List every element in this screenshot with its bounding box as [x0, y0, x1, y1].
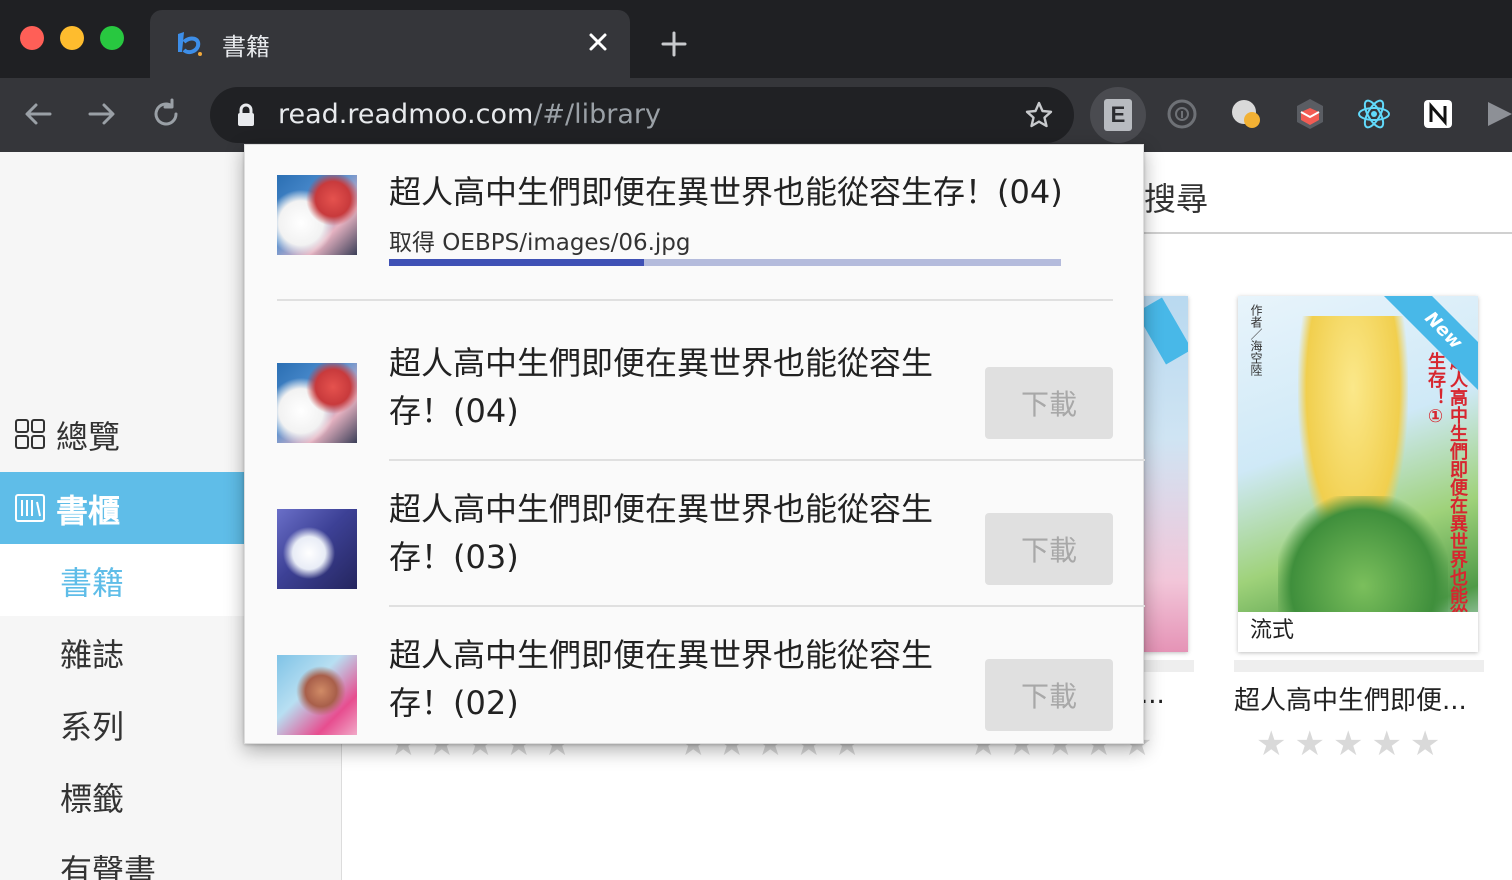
- queue-item: 超人高中生們即便在異世界也能從容生存！(03) 下載: [245, 461, 1145, 607]
- sidebar-item-label: 書櫃: [56, 492, 121, 530]
- search-label[interactable]: 搜尋: [1144, 174, 1208, 220]
- book-cover[interactable]: 作者／海空陸 超人高中生們即便在異世界也能從容生存！① New 流式: [1238, 296, 1478, 652]
- queue-item-title: 超人高中生們即便在異世界也能從容生存！(02): [389, 636, 934, 722]
- book-thumbnail: [277, 655, 357, 735]
- readmoo-favicon-icon: [178, 32, 202, 56]
- queue-item: 超人高中生們即便在異世界也能從容生存！(04) 下載: [245, 315, 1145, 461]
- divider: [277, 299, 1113, 301]
- cover-author: 作者／海空陸: [1249, 304, 1263, 376]
- extension-notion-icon[interactable]: [1420, 96, 1456, 132]
- download-progress-bar: [389, 259, 1061, 266]
- extension-shield-icon[interactable]: [1292, 96, 1328, 132]
- url-path: /#/library: [533, 99, 661, 130]
- book-title[interactable]: 超人高中生們即便...: [1234, 680, 1467, 717]
- cover-title: 超人高中生們即便在異世界也能從容生存！①: [1425, 352, 1468, 640]
- search-underline: [1144, 232, 1512, 234]
- forward-arrow-icon[interactable]: [86, 98, 118, 130]
- browser-toolbar: read.readmoo.com/#/library E: [0, 78, 1512, 152]
- url-host: read.readmoo.com: [278, 99, 534, 130]
- tab-close-icon[interactable]: [586, 30, 610, 54]
- bookmark-star-icon[interactable]: [1024, 100, 1054, 130]
- address-bar[interactable]: read.readmoo.com/#/library: [210, 87, 1074, 143]
- queue-item-title: 超人高中生們即便在異世界也能從容生存！(04): [389, 344, 934, 430]
- download-progress-fill: [389, 259, 645, 266]
- sidebar-item-label: 書籍: [60, 564, 125, 602]
- new-tab-icon[interactable]: [660, 30, 688, 58]
- download-button[interactable]: 下載: [985, 513, 1113, 585]
- tab-title: 書籍: [222, 33, 270, 61]
- sidebar-item-label: 雜誌: [60, 636, 125, 674]
- extension-info-icon[interactable]: [1164, 96, 1200, 132]
- browser-tab-bar: 書籍: [0, 0, 1512, 78]
- extension-e-icon: E: [1104, 99, 1132, 131]
- extension-e-button[interactable]: E: [1090, 87, 1146, 143]
- bookshelf-icon: [15, 494, 45, 522]
- sidebar-item-label: 標籤: [60, 780, 125, 818]
- book-cover-partial[interactable]: [1144, 296, 1188, 652]
- reading-progress-track: [1144, 660, 1194, 672]
- reading-progress-track: [1234, 660, 1484, 672]
- star-rating[interactable]: ★★★★★: [1256, 724, 1448, 764]
- sidebar-item-label: 總覽: [56, 418, 121, 456]
- book-thumbnail: [277, 363, 357, 443]
- grid-icon: [15, 419, 45, 449]
- extension-react-devtools-icon[interactable]: [1356, 96, 1392, 132]
- sidebar-item-label: 系列: [60, 708, 125, 746]
- current-download-status: 取得 OEBPS/images/06.jpg: [389, 230, 691, 256]
- sidebar-item-tags[interactable]: 標籤: [0, 760, 341, 832]
- browser-tab-active[interactable]: 書籍: [150, 10, 630, 78]
- current-download-title: 超人高中生們即便在異世界也能從容生存！(04): [389, 173, 1063, 211]
- reload-icon[interactable]: [150, 98, 182, 130]
- queue-item-title: 超人高中生們即便在異世界也能從容生存！(03): [389, 490, 934, 576]
- new-ribbon: [1144, 297, 1188, 365]
- back-arrow-icon[interactable]: [22, 98, 54, 130]
- extension-translate-icon[interactable]: [1228, 96, 1264, 132]
- book-thumbnail: [277, 509, 357, 589]
- extension-cut-off-icon[interactable]: [1484, 96, 1512, 132]
- window-close-button[interactable]: [20, 26, 44, 50]
- format-label: 流式: [1238, 612, 1478, 652]
- download-button[interactable]: 下載: [985, 367, 1113, 439]
- current-book-thumbnail: [277, 175, 357, 255]
- download-popup: 超人高中生們即便在異世界也能從容生存！(04) 取得 OEBPS/images/…: [244, 144, 1145, 744]
- download-button[interactable]: 下載: [985, 659, 1113, 731]
- sidebar-item-audiobooks[interactable]: 有聲書: [0, 832, 341, 880]
- lock-icon: [238, 103, 254, 126]
- window-minimize-button[interactable]: [60, 26, 84, 50]
- sidebar-item-label: 有聲書: [60, 852, 157, 880]
- queue-item: 超人高中生們即便在異世界也能從容生存！(02) 下載: [245, 607, 1145, 753]
- url-text[interactable]: read.readmoo.com/#/library: [278, 99, 661, 130]
- window-maximize-button[interactable]: [100, 26, 124, 50]
